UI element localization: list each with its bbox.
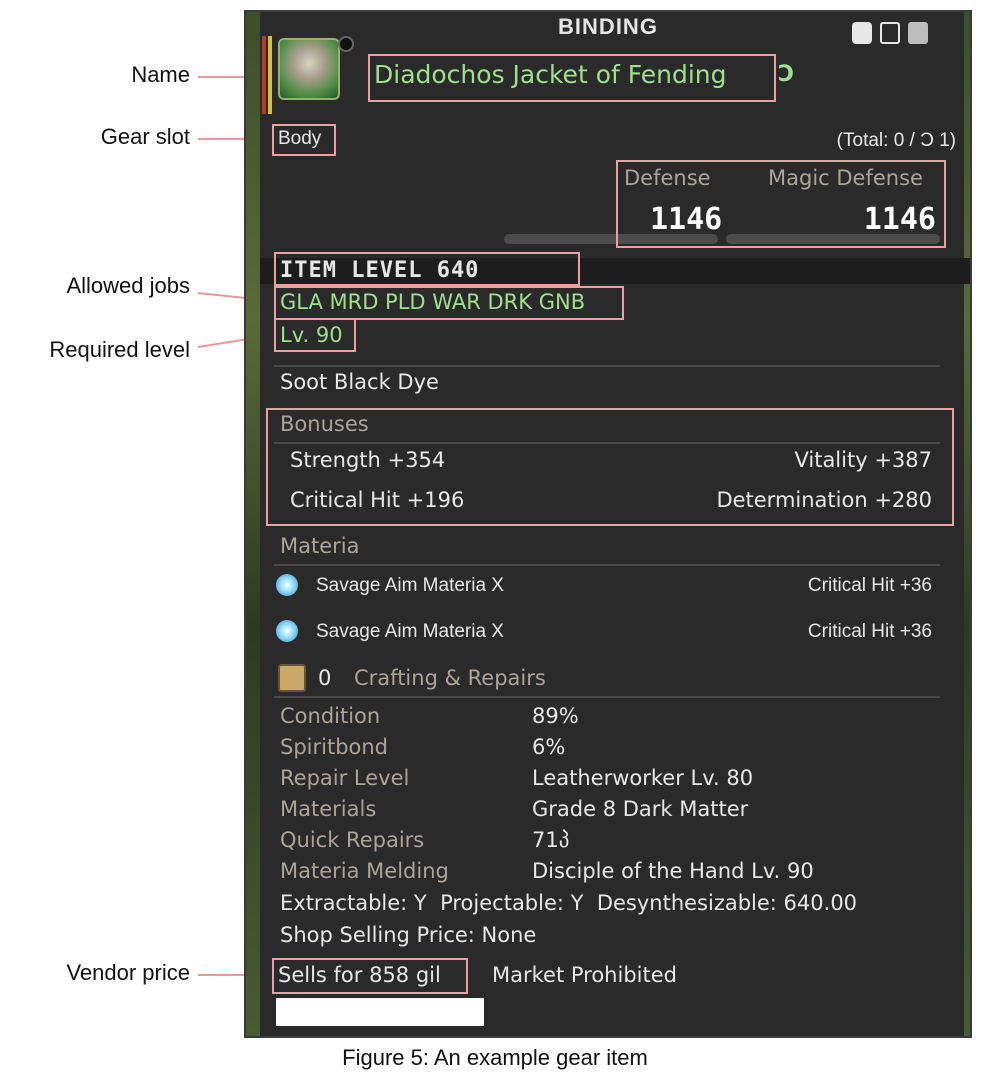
repair-value-spiritbond: 6% bbox=[532, 735, 566, 759]
collectable-swirl-icon: Ɔ bbox=[778, 62, 795, 87]
annotation-vendor-price: Vendor price bbox=[66, 960, 190, 985]
total-count: (Total: 0 / Ɔ 1) bbox=[836, 130, 956, 151]
materia-stat-1: Critical Hit +36 bbox=[807, 575, 932, 596]
annotation-required-level: Required level bbox=[49, 337, 190, 362]
divider-dye bbox=[274, 365, 940, 367]
repair-value-condition: 89% bbox=[532, 704, 579, 728]
market-status: Market Prohibited bbox=[492, 963, 677, 987]
materia-icon-1 bbox=[276, 574, 298, 596]
divider-crafting bbox=[274, 696, 940, 698]
redaction-box bbox=[276, 998, 484, 1026]
annotation-allowed-jobs: Allowed jobs bbox=[66, 273, 190, 298]
annotation-name: Name bbox=[131, 62, 190, 87]
repair-label-spiritbond: Spiritbond bbox=[280, 735, 389, 759]
vendor-price-highlight bbox=[272, 958, 468, 994]
level-bar-red bbox=[262, 36, 266, 114]
crafting-count: 0 bbox=[318, 666, 332, 690]
shop-selling-price: Shop Selling Price: None bbox=[280, 923, 537, 947]
required-level-highlight bbox=[274, 318, 356, 352]
dye-name: Soot Black Dye bbox=[280, 370, 439, 394]
materia-name-1: Savage Aim Materia X bbox=[316, 575, 504, 596]
crafting-title: Crafting & Repairs bbox=[354, 666, 546, 690]
repair-kit-icon bbox=[278, 664, 306, 692]
hand-icon bbox=[880, 22, 900, 44]
item-level-highlight bbox=[274, 252, 580, 286]
repair-cross-icon bbox=[852, 22, 872, 44]
repair-label-repair-level: Repair Level bbox=[280, 766, 410, 790]
repair-label-condition: Condition bbox=[280, 704, 381, 728]
materia-title: Materia bbox=[280, 534, 360, 558]
repair-value-repair-level: Leatherworker Lv. 80 bbox=[532, 766, 754, 790]
gear-slot-highlight bbox=[272, 124, 336, 156]
chest-icon bbox=[908, 22, 928, 44]
item-tooltip-panel: BINDING Diadochos Jacket of Fending Ɔ Bo… bbox=[244, 10, 972, 1038]
allowed-jobs-highlight bbox=[274, 286, 624, 320]
repair-value-materia-melding: Disciple of the Hand Lv. 90 bbox=[532, 859, 814, 883]
name-highlight bbox=[368, 54, 776, 102]
repair-label-quick-repairs: Quick Repairs bbox=[280, 828, 425, 852]
item-icon bbox=[278, 38, 340, 100]
repair-value-quick-repairs: 71პ bbox=[532, 828, 570, 852]
extract-line: Extractable: Y Projectable: Y Desynthesi… bbox=[280, 891, 858, 915]
repair-label-materials: Materials bbox=[280, 797, 377, 821]
divider-materia bbox=[274, 564, 940, 566]
background-strip-left bbox=[246, 12, 260, 1036]
materia-name-2: Savage Aim Materia X bbox=[316, 621, 504, 642]
annotation-gear-slot: Gear slot bbox=[100, 124, 190, 149]
defense-highlight bbox=[616, 160, 946, 248]
repair-value-materials: Grade 8 Dark Matter bbox=[532, 797, 749, 821]
materia-icon-2 bbox=[276, 620, 298, 642]
level-bar-yellow bbox=[268, 36, 272, 114]
repair-label-materia-melding: Materia Melding bbox=[280, 859, 449, 883]
item-icon-badge bbox=[338, 36, 354, 52]
bonuses-highlight bbox=[266, 408, 954, 526]
figure-caption: Figure 5: An example gear item bbox=[342, 1045, 648, 1070]
materia-stat-2: Critical Hit +36 bbox=[807, 621, 932, 642]
background-strip-right bbox=[964, 12, 970, 1036]
